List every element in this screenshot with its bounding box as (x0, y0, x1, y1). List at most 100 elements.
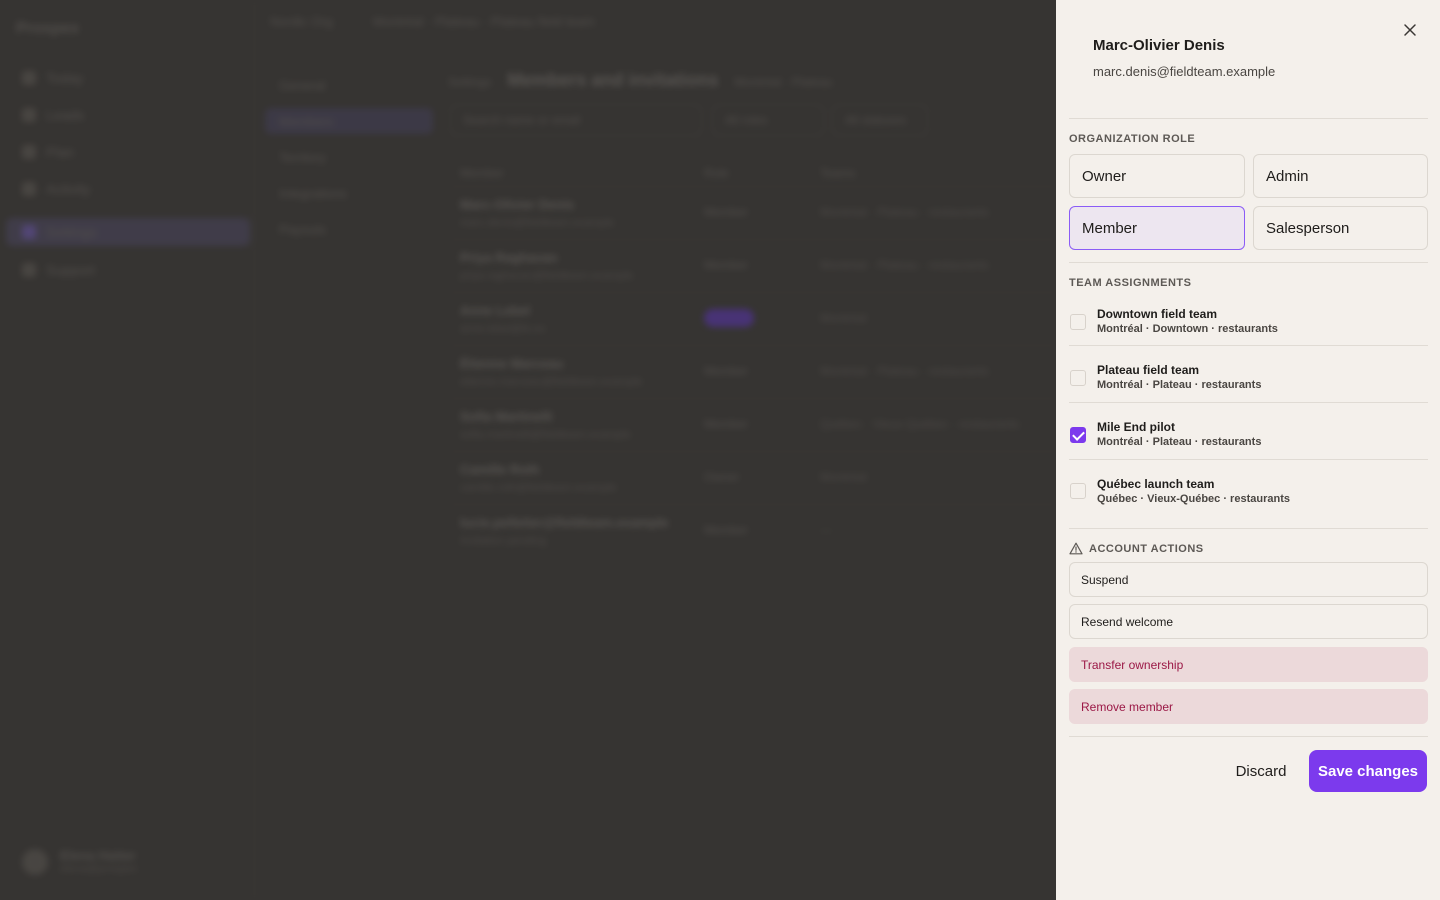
divider (1069, 736, 1428, 737)
row-name: Sofia Martinelli (460, 409, 553, 424)
bg-subnav-item: General (279, 77, 326, 93)
bg-org-switcher: Nordic Org (270, 14, 333, 29)
row-role: Member (704, 258, 749, 272)
team-location: Montréal · Plateau · restaurants (1097, 379, 1262, 391)
team-location: Québec · Vieux-Québec · restaurants (1097, 493, 1290, 505)
suspend-button[interactable]: Suspend (1069, 562, 1428, 597)
table-row: Priya Raghavan priya.raghavan@fieldteam.… (448, 239, 1058, 292)
transfer-ownership-button[interactable]: Transfer ownership (1069, 647, 1428, 682)
row-role: Owner (704, 470, 740, 484)
warning-icon (1069, 542, 1083, 555)
bg-nav-label: Today (46, 70, 84, 86)
role-option-owner[interactable]: Owner (1069, 154, 1245, 198)
bg-table-header: Member (460, 166, 505, 180)
bg-nav-item: Leads (6, 101, 250, 129)
row-name: Étienne Marceau (460, 356, 564, 371)
close-drawer-button[interactable] (1398, 18, 1422, 42)
bg-status-filter: All statuses (832, 104, 928, 136)
bg-user: Elena Hatter elena@prospex (22, 848, 137, 875)
role-option-admin[interactable]: Admin (1253, 154, 1428, 198)
bg-page-context: Montréal · Plateau (734, 75, 833, 89)
nav-icon (22, 145, 36, 159)
team-location: Montréal · Downtown · restaurants (1097, 323, 1278, 335)
row-role: Member (704, 523, 749, 537)
nav-icon (22, 182, 36, 196)
bg-nav-item: Settings (6, 218, 250, 246)
bg-role-filter: All roles (712, 104, 824, 136)
row-name: lucie.pelletier@fieldteam.example (460, 515, 669, 530)
team-option-downtown[interactable]: Downtown field team Montréal · Downtown … (1069, 307, 1428, 363)
row-teams: Montréal · Plateau · restaurants (820, 205, 989, 219)
bg-team-switcher: Montréal · Plateau · Plateau field team (372, 14, 595, 29)
bg-heading: Settings Members and invitations Montréa… (448, 70, 832, 91)
team-option-quebec[interactable]: Québec launch team Québec · Vieux-Québec… (1069, 477, 1428, 533)
bg-nav-label: Activity (46, 181, 91, 197)
team-name: Plateau field team (1097, 363, 1200, 377)
row-email: camille.roth@fieldteam.example (460, 482, 617, 494)
remove-member-button[interactable]: Remove member (1069, 689, 1428, 724)
bg-user-email: elena@prospex (60, 863, 138, 875)
bg-nav-label: Leads (46, 107, 85, 123)
avatar (22, 848, 48, 875)
bg-nav-item: Support (6, 256, 250, 284)
divider (1069, 345, 1428, 346)
row-teams: Montréal (820, 470, 867, 484)
row-role: Member (704, 417, 749, 431)
row-email: marc.denis@fieldteam.example (460, 217, 615, 229)
resend-welcome-button[interactable]: Resend welcome (1069, 604, 1428, 639)
row-teams: — (820, 523, 832, 537)
bg-subnav-item: Territory (279, 149, 326, 165)
row-teams: Québec · Vieux-Québec · restaurants (820, 417, 1020, 431)
team-checkbox-checked[interactable] (1070, 427, 1086, 443)
row-email: anne.lebel@fe.ex (460, 323, 546, 335)
team-checkbox[interactable] (1070, 370, 1086, 386)
row-role: Member (704, 364, 749, 378)
bg-user-name: Elena Hatter (60, 848, 136, 863)
divider (1069, 528, 1428, 529)
divider (1069, 402, 1428, 403)
table-row: Anne Lebel anne.lebel@fe.ex Montréal (448, 292, 1058, 345)
member-email: marc.denis@fieldteam.example (1093, 64, 1276, 79)
row-name: Camille Roth (460, 462, 540, 477)
table-row: Camille Roth camille.roth@fieldteam.exam… (448, 451, 1058, 504)
teams-section-label: Team assignments (1069, 277, 1192, 289)
team-location: Montréal · Plateau · restaurants (1097, 436, 1262, 448)
team-checkbox[interactable] (1070, 483, 1086, 499)
row-email: sofia.martinelli@fieldteam.example (460, 429, 631, 441)
role-section-label: Organization role (1069, 133, 1196, 145)
save-changes-button[interactable]: Save changes (1309, 750, 1427, 792)
row-name: Anne Lebel (460, 303, 531, 318)
team-name: Downtown field team (1097, 307, 1217, 321)
nav-icon (22, 71, 36, 85)
member-name: Marc-Olivier Denis (1093, 37, 1225, 54)
bg-nav-item: Plan (6, 138, 250, 166)
row-email: etienne.marceau@fieldteam.example (460, 376, 643, 388)
bg-nav-label: Settings (46, 224, 97, 240)
nav-icon (22, 108, 36, 122)
bg-topbar: Nordic Org Montréal · Plateau · Plateau … (270, 14, 595, 29)
divider (1069, 262, 1428, 263)
row-role: Member (704, 205, 749, 219)
bg-table-header: Role (704, 166, 729, 180)
table-row: Sofia Martinelli sofia.martinelli@fieldt… (448, 398, 1058, 451)
team-name: Mile End pilot (1097, 420, 1175, 434)
bg-subnav-item: Payouts (279, 221, 326, 237)
role-badge (704, 309, 754, 327)
close-icon (1404, 24, 1416, 36)
row-email: Invitation pending (460, 535, 547, 547)
role-option-salesperson[interactable]: Salesperson (1253, 206, 1428, 250)
team-checkbox[interactable] (1070, 314, 1086, 330)
divider (1069, 118, 1428, 119)
bg-brand: Prospex (16, 20, 80, 37)
bg-sidebar: Prospex Today Leads Plan Activity Settin… (0, 0, 255, 900)
bg-table-header: Teams (820, 166, 856, 180)
table-row: Étienne Marceau etienne.marceau@fieldtea… (448, 345, 1058, 398)
team-option-plateau[interactable]: Plateau field team Montréal · Plateau · … (1069, 363, 1428, 419)
team-option-mile-end[interactable]: Mile End pilot Montréal · Plateau · rest… (1069, 420, 1428, 476)
row-email: priya.raghavan@fieldteam.example (460, 270, 634, 282)
nav-icon (22, 263, 36, 277)
discard-button[interactable]: Discard (1222, 750, 1300, 792)
actions-section-label: Account actions (1089, 543, 1204, 555)
role-option-member[interactable]: Member (1069, 206, 1245, 250)
divider (1069, 459, 1428, 460)
